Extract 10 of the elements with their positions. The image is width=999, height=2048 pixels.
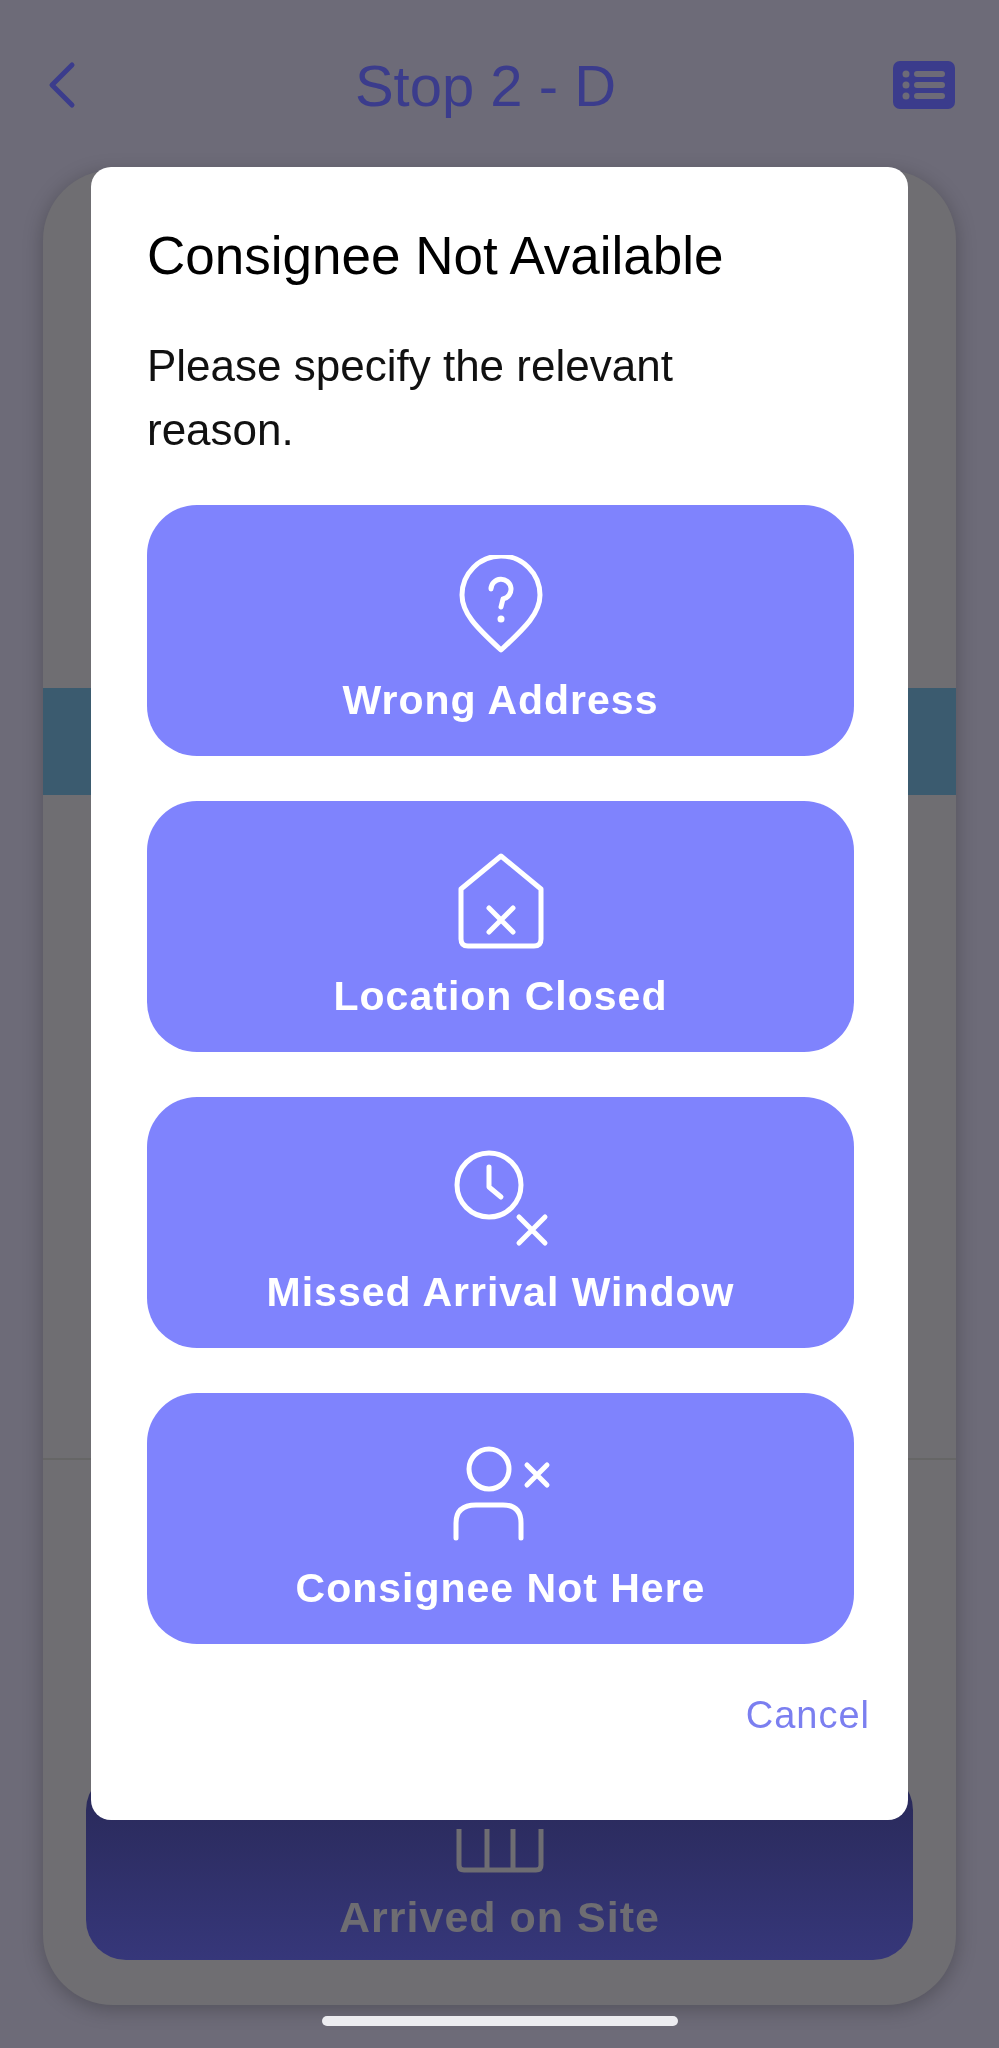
dialog-message: Please specify the relevant reason. bbox=[147, 340, 674, 456]
cancel-button[interactable]: Cancel bbox=[745, 1694, 870, 1737]
reason-button[interactable]: Consignee Not Here bbox=[147, 1393, 854, 1644]
reason-button[interactable]: Missed Arrival Window bbox=[147, 1097, 854, 1348]
dialog-title: Consignee Not Available bbox=[147, 225, 725, 286]
building-icon bbox=[454, 1829, 545, 1873]
reason-button[interactable]: Location Closed bbox=[147, 801, 854, 1052]
list-icon bbox=[893, 61, 955, 109]
reason-button[interactable]: Wrong Address bbox=[147, 505, 854, 756]
list-button[interactable] bbox=[893, 61, 955, 109]
